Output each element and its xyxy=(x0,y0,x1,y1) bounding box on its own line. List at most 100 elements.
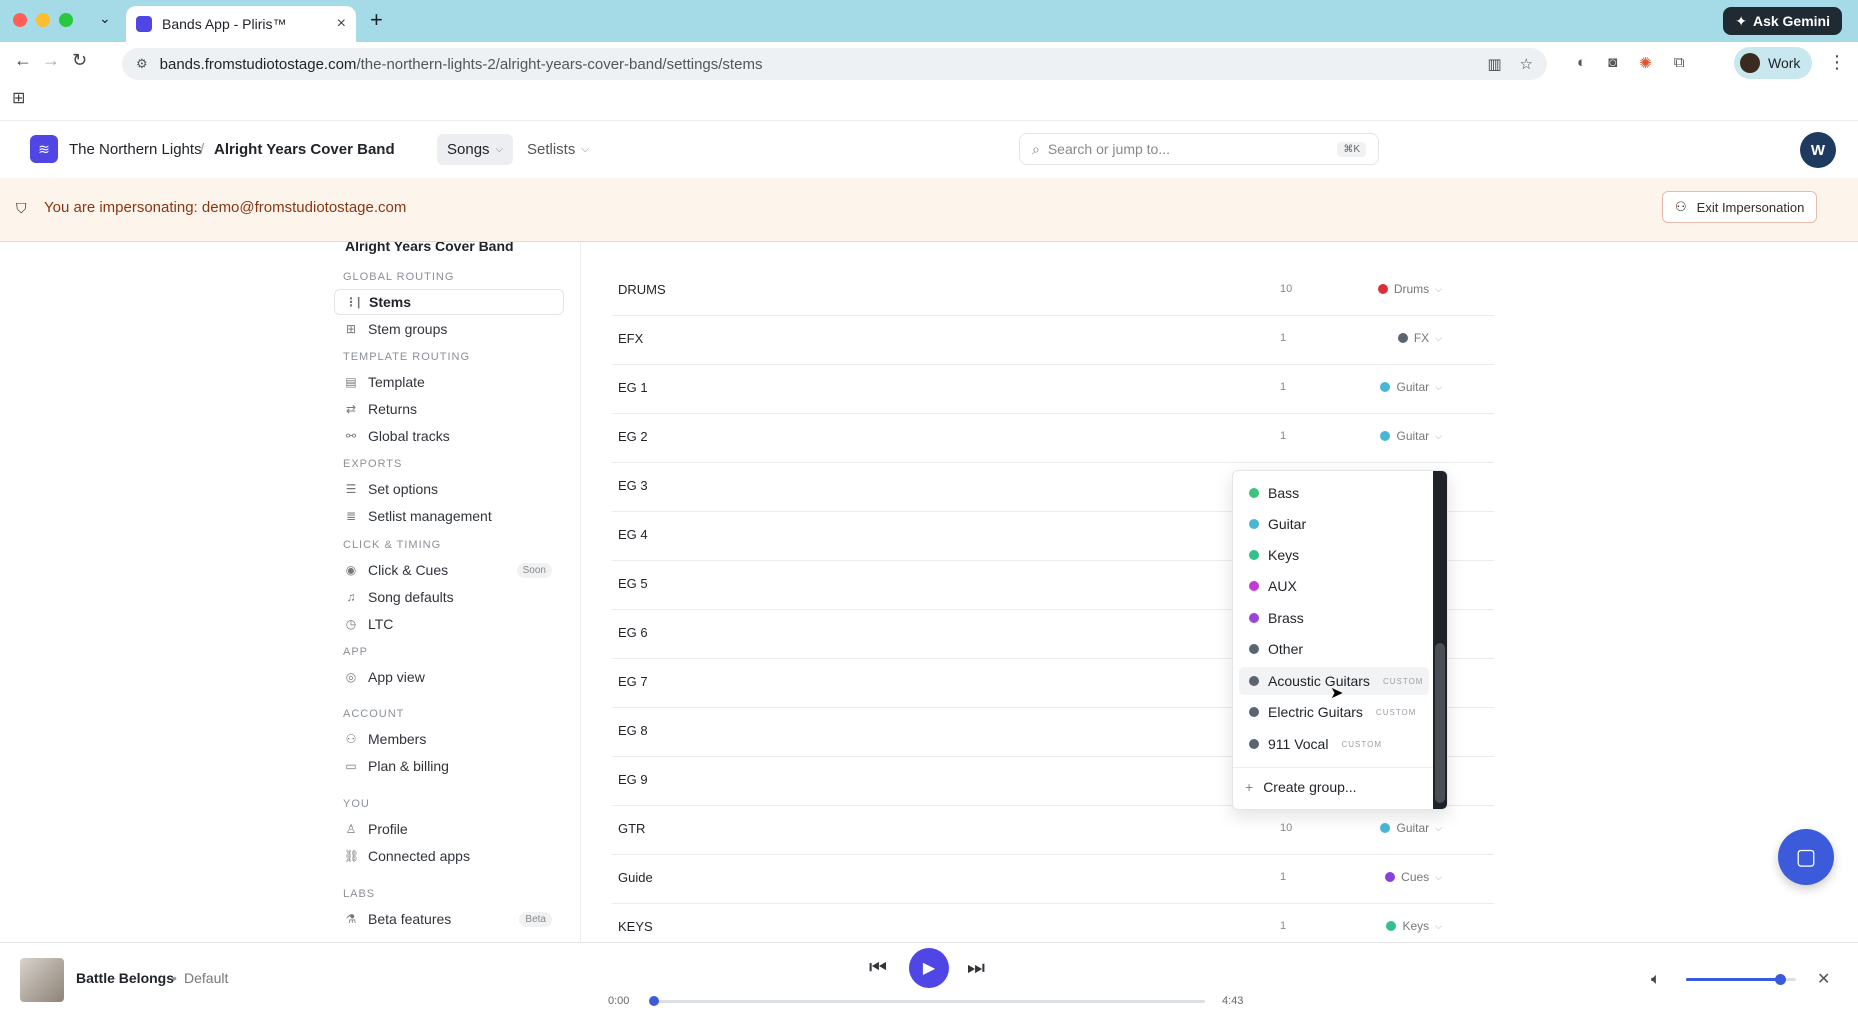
user-x-icon: ⚇ xyxy=(1675,199,1687,214)
sidebar-item-app-view[interactable]: ◎ App view xyxy=(334,664,564,690)
tab-title: Bands App - Pliris™ xyxy=(162,16,287,32)
table-row[interactable]: KEYS 1 Keys ⌵ xyxy=(612,904,1494,942)
sliders-icon: ☰ xyxy=(345,482,357,496)
sidebar-item-returns[interactable]: ⇄ Returns xyxy=(334,396,564,422)
table-row[interactable]: Guide 1 Cues ⌵ xyxy=(612,855,1494,904)
stem-name: EG 9 xyxy=(618,772,648,787)
skip-forward-icon[interactable]: ⏭ xyxy=(967,957,985,980)
dropdown-option-911-vocal[interactable]: 911 Vocal CUSTOM xyxy=(1239,730,1429,758)
reading-mode-icon[interactable]: ▥ xyxy=(1487,55,1501,73)
ask-gemini-button[interactable]: ✦ Ask Gemini xyxy=(1723,7,1842,35)
forward-arrow-icon[interactable]: → xyxy=(42,50,60,71)
scrollbar-thumb[interactable] xyxy=(1435,643,1445,803)
exit-impersonation-button[interactable]: ⚇ Exit Impersonation xyxy=(1662,191,1818,223)
sidebar-item-global-tracks[interactable]: ⚯ Global tracks xyxy=(334,423,564,449)
stem-group-select[interactable]: Drums ⌵ xyxy=(1377,282,1442,296)
app-logo-icon[interactable]: ≋ xyxy=(30,135,58,163)
chat-support-button[interactable]: ▢ xyxy=(1778,829,1834,885)
bookmark-star-icon[interactable]: ☆ xyxy=(1520,55,1533,73)
ask-gemini-label: Ask Gemini xyxy=(1752,13,1830,29)
breadcrumb-band[interactable]: Alright Years Cover Band xyxy=(214,141,395,158)
sidebar-item-stem-groups[interactable]: ⊞ Stem groups xyxy=(334,316,564,342)
window-maximize-button[interactable] xyxy=(59,13,73,27)
volume-handle[interactable] xyxy=(1774,974,1786,985)
sidebar-item-profile[interactable]: ♙ Profile xyxy=(334,816,564,842)
stem-group-select[interactable]: Keys ⌵ xyxy=(1386,919,1442,933)
sidebar-item-set-options[interactable]: ☰ Set options xyxy=(334,476,564,502)
music-note-icon: ♫ xyxy=(346,590,356,604)
group-color-dot xyxy=(1249,739,1259,749)
play-button[interactable]: ▶ xyxy=(909,948,949,988)
tab-list-chevron-icon[interactable]: ⌄ xyxy=(99,10,111,27)
sidebar-item-members[interactable]: ⚇ Members xyxy=(334,726,564,752)
group-color-dot xyxy=(1249,581,1259,591)
camera-icon[interactable]: ◙ xyxy=(1608,54,1617,72)
browser-menu-icon[interactable]: ⋮ xyxy=(1828,52,1846,73)
breadcrumb-org[interactable]: The Northern Lights xyxy=(69,141,202,158)
stem-group-select[interactable]: Cues ⌵ xyxy=(1385,870,1442,884)
extensions-puzzle-icon[interactable]: ⧉ xyxy=(1674,54,1685,72)
extension-sun-icon[interactable]: ✺ xyxy=(1639,54,1652,72)
band-switcher-chevron-icon[interactable]: ⌵ xyxy=(381,144,389,157)
dropdown-option-guitar[interactable]: Guitar xyxy=(1239,510,1429,538)
create-group-button[interactable]: + Create group... xyxy=(1245,779,1357,795)
stem-group-select[interactable]: Guitar ⌵ xyxy=(1380,380,1442,394)
sidebar-item-connected-apps[interactable]: ⛓ Connected apps xyxy=(334,843,564,869)
sidebar-item-stems[interactable]: ⋮| Stems xyxy=(334,289,564,315)
sidebar-item-click-cues[interactable]: ◉ Click & Cues Soon xyxy=(334,557,564,583)
elapsed-time: 0:00 xyxy=(608,995,630,1007)
nav-setlists[interactable]: Setlists ⌵ xyxy=(517,134,599,165)
back-arrow-icon[interactable]: ← xyxy=(14,50,32,71)
nav-songs[interactable]: Songs ⌵ xyxy=(437,134,514,165)
user-avatar[interactable]: W xyxy=(1800,132,1836,168)
sidebar-item-song-defaults[interactable]: ♫ Song defaults xyxy=(334,584,564,610)
new-tab-button[interactable]: + xyxy=(370,7,383,33)
sidebar-item-beta-features[interactable]: ⚗ Beta features Beta xyxy=(334,906,564,932)
sidebar-item-plan-billing[interactable]: ▭ Plan & billing xyxy=(334,753,564,779)
custom-tag: CUSTOM xyxy=(1382,676,1424,686)
stem-group-select[interactable]: Guitar ⌵ xyxy=(1380,821,1442,835)
extension-icon[interactable]: ◐ xyxy=(1577,54,1586,72)
window-close-button[interactable] xyxy=(13,13,27,27)
table-row[interactable]: EG 1 1 Guitar ⌵ xyxy=(612,365,1494,414)
profile-button[interactable]: Work xyxy=(1734,47,1813,79)
sidebar-item-label: LTC xyxy=(368,616,394,632)
dropdown-option-other[interactable]: Other xyxy=(1239,635,1429,663)
sidebar-item-label: Global tracks xyxy=(368,428,450,444)
option-label: Acoustic Guitars xyxy=(1268,673,1370,689)
volume-icon[interactable]: 🔈︎ xyxy=(1651,971,1661,989)
reload-icon[interactable]: ↻ xyxy=(72,50,87,71)
stem-count: 1 xyxy=(1280,920,1287,932)
apps-grid-icon[interactable]: ⊞ xyxy=(12,88,25,108)
address-bar[interactable]: ⚙ bands.fromstudiotostage.com/the-northe… xyxy=(122,48,1547,80)
site-settings-icon[interactable]: ⚙ xyxy=(136,56,148,72)
table-row[interactable]: DRUMS 10 Drums ⌵ xyxy=(612,267,1494,316)
skip-back-icon[interactable]: ⏮ xyxy=(869,957,887,980)
dropdown-option-brass[interactable]: Brass xyxy=(1239,604,1429,632)
user-icon: ♙ xyxy=(345,822,357,836)
sidebar-band-name[interactable]: Alright Years Cover Band xyxy=(345,242,514,254)
dropdown-scrollbar[interactable] xyxy=(1433,471,1447,809)
dropdown-option-bass[interactable]: Bass xyxy=(1239,479,1429,507)
table-row[interactable]: EFX 1 FX ⌵ xyxy=(612,316,1494,365)
stem-group-select[interactable]: Guitar ⌵ xyxy=(1380,429,1442,443)
search-input[interactable]: ⌕ Search or jump to... ⌘K xyxy=(1019,133,1379,165)
option-label: Bass xyxy=(1268,485,1300,501)
close-player-icon[interactable]: ✕ xyxy=(1817,969,1830,989)
stem-group-select[interactable]: FX ⌵ xyxy=(1397,331,1442,345)
list-icon: ≣ xyxy=(345,509,357,523)
progress-handle[interactable] xyxy=(649,996,659,1006)
group-color-dot xyxy=(1249,676,1259,686)
tab-close-icon[interactable]: × xyxy=(337,15,346,33)
eye-icon: ◎ xyxy=(345,670,357,684)
table-row[interactable]: GTR 10 Guitar ⌵ xyxy=(612,806,1494,855)
browser-tab-active[interactable]: Bands App - Pliris™ × xyxy=(126,6,356,42)
table-row[interactable]: EG 2 1 Guitar ⌵ xyxy=(612,414,1494,463)
dropdown-option-keys[interactable]: Keys xyxy=(1239,541,1429,569)
window-minimize-button[interactable] xyxy=(36,13,50,27)
sidebar-item-template[interactable]: ▤ Template xyxy=(334,369,564,395)
sidebar-item-ltc[interactable]: ◷ LTC xyxy=(334,611,564,637)
progress-bar[interactable] xyxy=(650,1000,1205,1003)
sidebar-item-setlist-management[interactable]: ≣ Setlist management xyxy=(334,503,564,529)
dropdown-option-aux[interactable]: AUX xyxy=(1239,572,1429,600)
